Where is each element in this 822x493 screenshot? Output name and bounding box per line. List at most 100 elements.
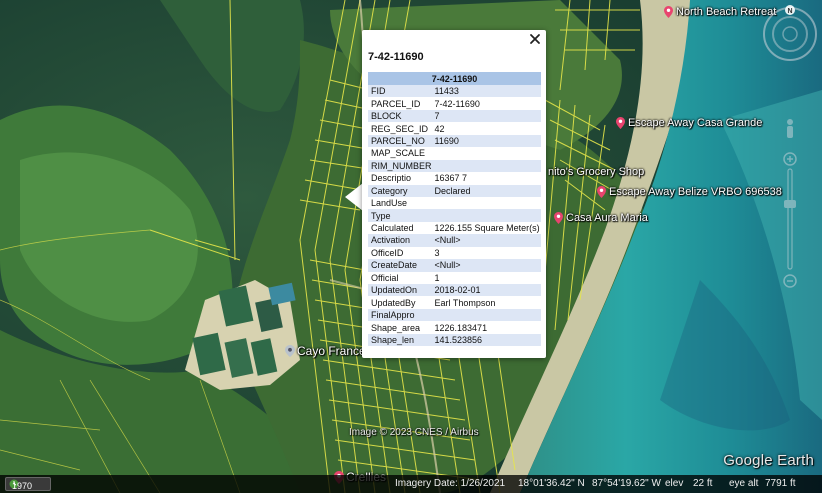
eye-altitude-value: 7791 ft	[765, 478, 796, 489]
attribute-value: 16367 7	[434, 173, 468, 184]
imagery-date: Imagery Date: 1/26/2021	[395, 478, 506, 489]
attribute-key: Type	[368, 209, 432, 222]
attribute-table: 7-42-11690 FID 11433 PARCEL_ID 7-42-11690 BL…	[368, 72, 541, 347]
attribute-row: PARCEL_ID 7-42-11690	[368, 97, 541, 109]
attribute-key: FID	[368, 85, 432, 98]
attribute-value: 11690	[431, 134, 541, 148]
attribute-value: 7	[431, 109, 541, 123]
map-pin-icon	[554, 212, 563, 224]
attribute-value: 1226.155 Square Meter(s)	[434, 223, 540, 234]
attribute-value: 3	[434, 247, 440, 258]
status-bar: 1970 Imagery Date: 1/26/2021 18°01'36.42…	[0, 475, 822, 493]
attribute-row: RIM_NUMBER	[368, 159, 541, 173]
attribute-value	[432, 147, 541, 159]
navigation-controls: N	[763, 5, 817, 288]
close-icon[interactable]	[528, 32, 542, 46]
attribute-key: Activation	[368, 234, 432, 247]
attribute-row: Calculated 1226.155 Square Meter(s)	[368, 222, 541, 234]
attribute-row: Descriptio 16367 7	[368, 172, 541, 184]
street-view-pegman-icon[interactable]	[787, 119, 793, 138]
svg-text:N: N	[787, 8, 792, 15]
attribute-value	[431, 209, 541, 222]
attribute-value: Declared	[431, 184, 541, 197]
attribute-row: UpdatedBy Earl Thompson	[368, 296, 541, 308]
attribute-row: REG_SEC_ID 42	[368, 122, 541, 134]
popup-pointer	[345, 183, 363, 211]
attribute-row: FinalAppro	[368, 308, 541, 322]
attribute-row: PARCEL_NO 11690	[368, 134, 541, 148]
place-escape-away-casa-grande[interactable]: Escape Away Casa Grande	[616, 117, 762, 129]
attribute-value: <Null>	[431, 234, 541, 247]
attribute-row: UpdatedOn 2018-02-01	[368, 284, 541, 297]
place-label: Casa Aura Maria	[566, 212, 648, 224]
attribute-row: MAP_SCALE	[368, 147, 541, 159]
place-grocery-shop[interactable]: nito's Grocery Shop	[548, 166, 644, 178]
attribute-key: PARCEL_NO	[368, 134, 432, 148]
place-cayo-frances[interactable]: Cayo Frances	[285, 344, 372, 358]
place-label: Cayo Frances	[297, 344, 372, 358]
attribute-table-header: 7-42-11690	[368, 72, 541, 85]
elevation-value: 22 ft	[693, 478, 713, 489]
attribute-key: RIM_NUMBER	[368, 159, 432, 173]
attribute-row: Shape_len 141.523856	[368, 333, 541, 347]
attribute-key: PARCEL_ID	[371, 98, 421, 109]
attribute-key: REG_SEC_ID	[371, 123, 429, 134]
attribute-key: Descriptio	[371, 173, 412, 184]
attribute-key: LandUse	[371, 198, 408, 209]
attribute-value: 1	[434, 272, 440, 283]
zoom-slider[interactable]	[783, 152, 797, 288]
map-pin-icon	[597, 186, 606, 198]
attribute-value: 2018-02-01	[431, 284, 541, 297]
attribute-row: Category Declared	[368, 184, 541, 197]
attribute-key: FinalAppro	[368, 308, 432, 322]
look-joystick[interactable]	[782, 26, 798, 42]
google-earth-logo: Google Earth	[723, 452, 814, 469]
place-label: Escape Away Casa Grande	[628, 117, 763, 129]
parcel-info-balloon: 7-42-11690 7-42-11690 FID 11433 PARCEL_ID 7…	[362, 30, 546, 358]
attribute-value: 1226.183471	[434, 322, 488, 333]
attribute-key: UpdatedOn	[368, 284, 432, 297]
attribute-value: 7-42-11690	[434, 98, 480, 109]
attribute-row: Shape_area 1226.183471	[368, 321, 541, 333]
attribute-table-body: FID 11433 PARCEL_ID 7-42-11690 BLOCK 7 REG_SEC…	[368, 85, 541, 347]
attribute-row: FID 11433	[368, 85, 541, 98]
attribute-row: OfficeID 3	[368, 247, 541, 259]
attribute-key: Official	[371, 272, 399, 283]
attribute-value	[431, 159, 541, 173]
location-marker-icon	[285, 345, 295, 357]
attribute-row: CreateDate <Null>	[368, 259, 541, 272]
place-escape-away-belize-vrbo[interactable]: Escape Away Belize VRBO 696538	[597, 186, 782, 198]
compass-ring[interactable]: N	[763, 5, 817, 61]
attribute-key: Shape_len	[368, 333, 432, 347]
attribute-key: OfficeID	[371, 247, 404, 258]
attribute-key: Shape_area	[371, 322, 421, 333]
longitude-readout: 87°54'19.62" W	[592, 478, 661, 489]
attribute-key: CreateDate	[368, 259, 432, 272]
attribute-row: BLOCK 7	[368, 109, 541, 123]
historical-year: 1970	[12, 481, 33, 491]
place-casa-aura-maria[interactable]: Casa Aura Maria	[554, 212, 648, 224]
attribute-value: 11433	[431, 85, 541, 98]
elevation-label: elev	[665, 478, 684, 489]
historical-imagery-button[interactable]: 1970	[5, 477, 51, 491]
map-pin-icon	[616, 117, 625, 129]
map-pin-icon	[664, 6, 673, 18]
place-north-beach-retreat[interactable]: North Beach Retreat	[664, 6, 776, 18]
attribute-key: BLOCK	[368, 109, 432, 123]
attribute-value	[431, 308, 541, 322]
place-label: Escape Away Belize VRBO 696538	[609, 186, 782, 198]
attribute-value: 42	[434, 123, 445, 134]
latitude-readout: 18°01'36.42" N	[518, 478, 585, 489]
attribute-row: LandUse	[368, 197, 541, 209]
imagery-attribution: Image © 2023 CNES / Airbus	[349, 427, 479, 438]
popup-title: 7-42-11690	[368, 51, 424, 63]
attribute-value: Earl Thompson	[434, 297, 496, 308]
place-label: nito's Grocery Shop	[548, 166, 645, 178]
eye-altitude-label: eye alt	[729, 478, 759, 489]
attribute-key: Category	[368, 184, 432, 197]
attribute-key: MAP_SCALE	[371, 148, 426, 159]
attribute-row: Official 1	[368, 272, 541, 284]
attribute-value	[432, 197, 541, 209]
attribute-value: <Null>	[431, 259, 541, 272]
attribute-key: Calculated	[371, 223, 414, 234]
